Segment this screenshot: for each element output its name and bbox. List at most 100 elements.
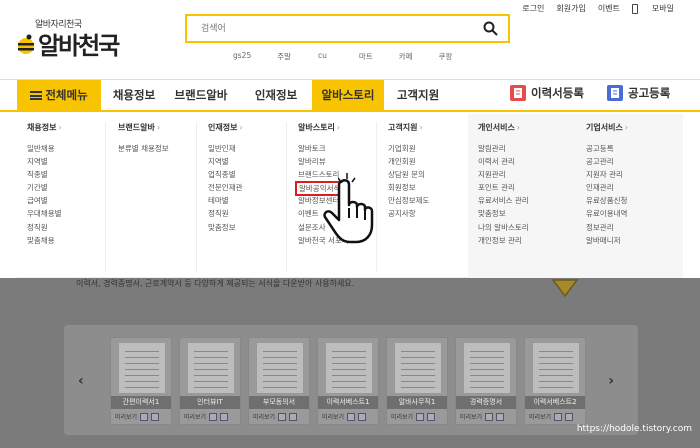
keyword-link[interactable]: 주말: [277, 51, 291, 62]
menu-item[interactable]: 정보관리: [586, 221, 683, 234]
menu-col-title[interactable]: 채용정보 ›: [27, 122, 107, 133]
menu-item[interactable]: 기간별: [27, 181, 107, 194]
menu-item[interactable]: 상담원 문의: [388, 168, 468, 181]
word-icon[interactable]: [358, 412, 367, 421]
menu-col-title[interactable]: 알바스토리 ›: [298, 122, 378, 133]
preview-link[interactable]: 미리보기: [391, 412, 413, 421]
menu-item[interactable]: 맞춤채용: [27, 234, 107, 247]
menu-item[interactable]: 인재관리: [586, 181, 683, 194]
download-icon[interactable]: [278, 412, 287, 421]
login-link[interactable]: 로그인: [522, 3, 544, 14]
menu-item[interactable]: 공고등록: [586, 142, 683, 155]
menu-item[interactable]: 정직원: [27, 221, 107, 234]
nav-brand[interactable]: 브랜드알바: [162, 80, 240, 111]
all-menu-button[interactable]: 전체메뉴: [17, 80, 101, 111]
top-links: 로그인 회원가입 이벤트 모바일: [510, 3, 674, 14]
download-icon[interactable]: [140, 412, 149, 421]
menu-item[interactable]: 급여별: [27, 194, 107, 207]
menu-col-title[interactable]: 기업서비스 ›: [586, 122, 683, 133]
resume-register-button[interactable]: 이력서등록: [510, 85, 584, 101]
keyword-link[interactable]: 카페: [399, 51, 413, 62]
download-icon[interactable]: [554, 412, 563, 421]
menu-item[interactable]: 이력서 관리: [478, 155, 586, 168]
keyword-link[interactable]: gs25: [233, 51, 251, 62]
menu-item[interactable]: 지역별: [27, 155, 107, 168]
form-card[interactable]: 이력서베스트2 미리보기: [524, 337, 586, 425]
keyword-link[interactable]: 쿠팡: [439, 51, 453, 62]
menu-item[interactable]: 알바토크: [298, 142, 378, 155]
download-icon[interactable]: [416, 412, 425, 421]
nav-jobs[interactable]: 채용정보: [104, 80, 164, 111]
download-icon[interactable]: [347, 412, 356, 421]
menu-item[interactable]: 우대채용별: [27, 207, 107, 220]
menu-item[interactable]: 개인정보 관리: [478, 234, 586, 247]
menu-item[interactable]: 직종별: [27, 168, 107, 181]
word-icon[interactable]: [496, 412, 505, 421]
nav-albastory[interactable]: 알바스토리: [312, 80, 384, 111]
search-icon[interactable]: [483, 21, 498, 36]
preview-link[interactable]: 미리보기: [460, 412, 482, 421]
nav-support[interactable]: 고객지원: [388, 80, 448, 111]
menu-item[interactable]: 테마별: [208, 194, 288, 207]
menu-item[interactable]: 지원자 관리: [586, 168, 683, 181]
preview-link[interactable]: 미리보기: [322, 412, 344, 421]
menu-col-title[interactable]: 브랜드알바 ›: [118, 122, 198, 133]
menu-item[interactable]: 맞춤정보: [478, 207, 586, 220]
word-icon[interactable]: [151, 412, 160, 421]
menu-item[interactable]: 알림관리: [478, 142, 586, 155]
form-card[interactable]: 경력증명서 미리보기: [455, 337, 517, 425]
menu-item[interactable]: 기업회원: [388, 142, 468, 155]
menu-item[interactable]: 알바리뷰: [298, 155, 378, 168]
menu-item[interactable]: 유료이용내역: [586, 207, 683, 220]
download-icon[interactable]: [485, 412, 494, 421]
menu-item[interactable]: 분류별 채용정보: [118, 142, 198, 155]
form-card[interactable]: 부모동의서 미리보기: [248, 337, 310, 425]
menu-item[interactable]: 개인회원: [388, 155, 468, 168]
preview-link[interactable]: 미리보기: [115, 412, 137, 421]
keyword-link[interactable]: cu: [318, 51, 327, 62]
menu-item[interactable]: 알바매니저: [586, 234, 683, 247]
site-logo[interactable]: 알바천국: [15, 26, 120, 61]
menu-item[interactable]: 회원정보: [388, 181, 468, 194]
download-icon[interactable]: [209, 412, 218, 421]
form-card[interactable]: 인터뷰IT 미리보기: [179, 337, 241, 425]
menu-col-title[interactable]: 개인서비스 ›: [478, 122, 586, 133]
menu-item[interactable]: 지역별: [208, 155, 288, 168]
menu-item[interactable]: 일반채용: [27, 142, 107, 155]
menu-item[interactable]: 지원관리: [478, 168, 586, 181]
signup-link[interactable]: 회원가입: [556, 3, 585, 14]
keyword-link[interactable]: 마트: [359, 51, 373, 62]
job-post-button[interactable]: 공고등록: [607, 85, 670, 101]
preview-link[interactable]: 미리보기: [253, 412, 275, 421]
word-icon[interactable]: [220, 412, 229, 421]
preview-link[interactable]: 미리보기: [529, 412, 551, 421]
menu-item[interactable]: 공고관리: [586, 155, 683, 168]
carousel-prev-icon[interactable]: ‹: [78, 373, 84, 389]
menu-item[interactable]: 업직종별: [208, 168, 288, 181]
word-icon[interactable]: [565, 412, 574, 421]
carousel-next-icon[interactable]: ›: [608, 373, 614, 389]
menu-item[interactable]: 나의 알바스토리: [478, 221, 586, 234]
search-box[interactable]: [185, 14, 510, 43]
preview-link[interactable]: 미리보기: [184, 412, 206, 421]
menu-col-title[interactable]: 고객지원 ›: [388, 122, 468, 133]
form-card[interactable]: 알바사무직1 미리보기: [386, 337, 448, 425]
event-link[interactable]: 이벤트: [598, 3, 620, 14]
form-card[interactable]: 간편이력서1 미리보기: [110, 337, 172, 425]
mobile-link[interactable]: 모바일: [631, 3, 674, 14]
menu-col-title[interactable]: 인재정보 ›: [208, 122, 288, 133]
menu-item[interactable]: 안심정보제도: [388, 194, 468, 207]
word-icon[interactable]: [427, 412, 436, 421]
menu-item[interactable]: 포인트 관리: [478, 181, 586, 194]
menu-item[interactable]: 일반인재: [208, 142, 288, 155]
menu-item[interactable]: 유료상품신청: [586, 194, 683, 207]
word-icon[interactable]: [289, 412, 298, 421]
menu-item[interactable]: 정직원: [208, 207, 288, 220]
nav-talent[interactable]: 인재정보: [246, 80, 306, 111]
search-input[interactable]: [187, 16, 467, 42]
menu-item[interactable]: 전문인재관: [208, 181, 288, 194]
menu-item[interactable]: 유료서비스 관리: [478, 194, 586, 207]
menu-item[interactable]: 공지사항: [388, 207, 468, 220]
form-card[interactable]: 이력서베스트1 미리보기: [317, 337, 379, 425]
menu-item[interactable]: 맞춤정보: [208, 221, 288, 234]
